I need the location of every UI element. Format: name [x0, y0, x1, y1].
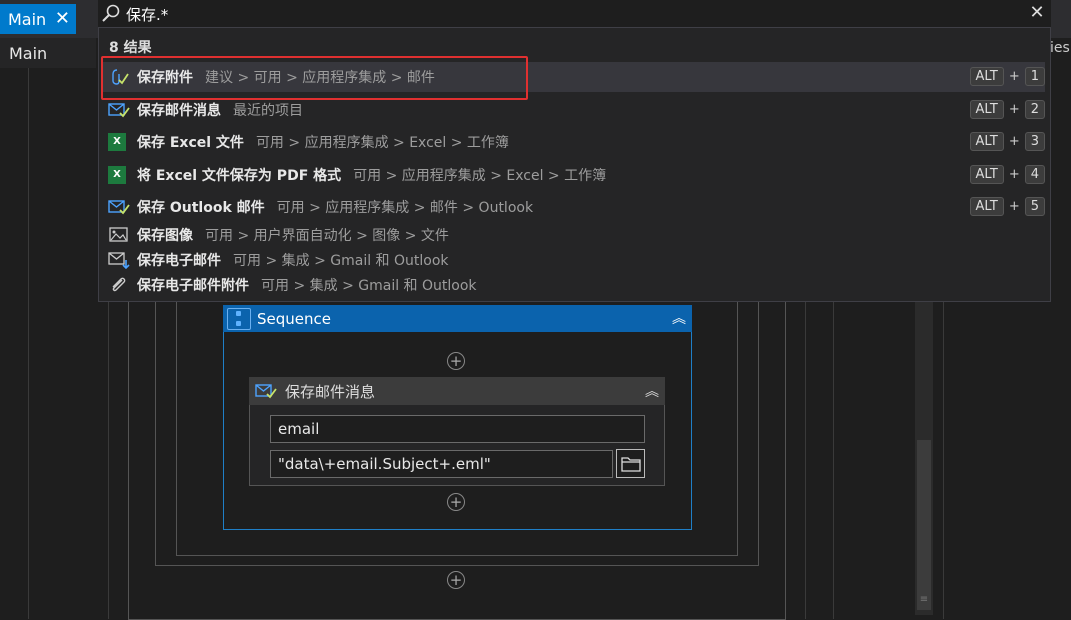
result-item[interactable]: 保存图像 可用 > 用户界面自动化 > 图像 > 文件 [103, 222, 1045, 248]
result-item[interactable]: 保存 Outlook 邮件 可用 > 应用程序集成 > 邮件 > Outlook… [103, 192, 1045, 222]
folder-icon [621, 457, 641, 472]
result-path: 可用 > 集成 > Gmail 和 Outlook [233, 253, 449, 269]
close-icon[interactable]: ✕ [1027, 2, 1047, 24]
add-activity-button[interactable]: + [447, 571, 465, 589]
excel-icon: X [108, 133, 130, 151]
result-name: 保存电子邮件 [137, 253, 221, 269]
sequence-header[interactable]: Sequence ︽ [223, 305, 692, 332]
result-name: 将 Excel 文件保存为 PDF 格式 [137, 168, 342, 184]
shortcut: ALT +1 [969, 67, 1045, 86]
result-item[interactable]: 保存电子邮件 可用 > 集成 > Gmail 和 Outlook [103, 247, 1045, 273]
mail-download-icon [108, 252, 130, 269]
activity-header[interactable]: 保存邮件消息 ︽ [249, 377, 665, 405]
file-path-field[interactable] [270, 450, 613, 478]
image-icon [109, 227, 128, 242]
close-icon[interactable]: ✕ [55, 8, 70, 29]
divider [805, 300, 806, 619]
search-icon [102, 4, 120, 22]
email-field[interactable] [270, 415, 645, 443]
selection-highlight [101, 56, 528, 100]
mail-check-icon [255, 384, 277, 399]
add-activity-button[interactable]: + [447, 352, 465, 370]
result-path: 可用 > 应用程序集成 > Excel > 工作簿 [255, 135, 509, 151]
sequence-title: Sequence [257, 309, 331, 328]
shortcut: ALT +3 [969, 132, 1045, 151]
paperclip-icon [112, 277, 126, 292]
add-activity-button[interactable]: + [447, 493, 465, 511]
results-count: 8 结果 [109, 40, 152, 56]
activity-title: 保存邮件消息 [285, 382, 376, 401]
result-name: 保存邮件消息 [137, 103, 221, 119]
browse-folder-button[interactable] [616, 449, 645, 478]
result-item[interactable]: 保存电子邮件附件 可用 > 集成 > Gmail 和 Outlook [103, 272, 1045, 298]
result-path: 可用 > 应用程序集成 > 邮件 > Outlook [276, 200, 534, 216]
divider [28, 68, 29, 619]
result-path: 可用 > 集成 > Gmail 和 Outlook [261, 278, 477, 294]
truncated-label: ies. [1050, 40, 1071, 56]
result-name: 保存 Excel 文件 [137, 135, 244, 151]
result-path: 最近的项目 [233, 103, 303, 119]
result-item[interactable]: 保存邮件消息 最近的项目 ALT +2 [103, 95, 1045, 125]
result-item[interactable]: X 将 Excel 文件保存为 PDF 格式 可用 > 应用程序集成 > Exc… [103, 160, 1045, 190]
result-path: 可用 > 应用程序集成 > Excel > 工作簿 [353, 168, 607, 184]
shortcut: ALT +5 [969, 197, 1045, 216]
shortcut: ALT +2 [969, 100, 1045, 119]
result-name: 保存电子邮件附件 [137, 278, 249, 294]
result-name: 保存图像 [137, 228, 193, 244]
breadcrumb[interactable]: Main [0, 38, 96, 68]
scrollbar-thumb[interactable] [917, 440, 931, 610]
collapse-icon[interactable]: ︽ [645, 381, 659, 401]
search-input[interactable] [126, 2, 1006, 26]
grip-icon: ≡ [919, 594, 929, 605]
mail-check-icon [108, 200, 130, 215]
divider [943, 300, 944, 619]
tab-main-label: Main [8, 9, 47, 29]
result-path: 可用 > 用户界面自动化 > 图像 > 文件 [205, 228, 449, 244]
result-name: 保存 Outlook 邮件 [137, 200, 265, 216]
collapse-icon[interactable]: ︽ [672, 308, 686, 328]
tab-main[interactable]: Main ✕ [0, 4, 76, 34]
shortcut: ALT +4 [969, 165, 1045, 184]
divider [833, 300, 834, 619]
sequence-icon [227, 307, 251, 330]
result-item[interactable]: X 保存 Excel 文件 可用 > 应用程序集成 > Excel > 工作簿 … [103, 127, 1045, 157]
mail-check-icon [108, 103, 130, 118]
excel-icon: X [108, 166, 130, 184]
